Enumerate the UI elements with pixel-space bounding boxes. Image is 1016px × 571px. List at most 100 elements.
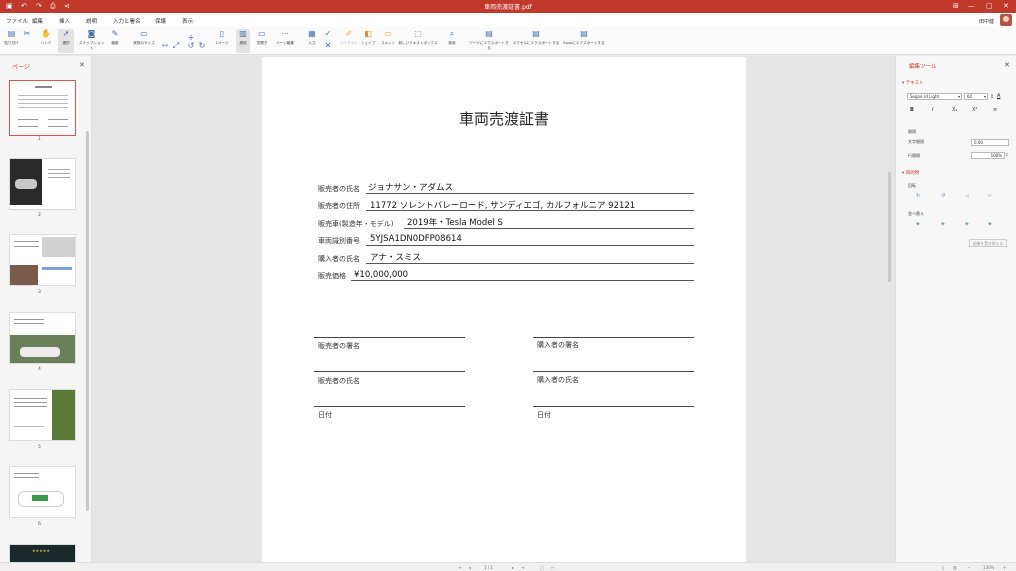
rotate-right-icon[interactable]: ↻ [916,193,920,199]
two-page-view-icon[interactable]: ▥ [953,565,957,570]
menu-edit[interactable]: 編集 [32,17,43,25]
rotate-left-button[interactable]: ↺ [186,41,195,53]
rotate-right-button[interactable]: ↻ [197,41,206,53]
document-title[interactable]: 車両売渡証書 [262,108,746,129]
page-thumbnail[interactable] [9,234,76,286]
line-spacing-input[interactable]: 100% [971,152,1005,159]
fill-button[interactable]: ▦ 入力 [305,29,319,46]
flip-horizontal-icon[interactable]: ⊳ [988,193,992,199]
zoom-level[interactable]: 130% [983,565,994,570]
buyer-signature-line[interactable] [533,337,694,338]
page-thumbnail[interactable] [9,158,76,210]
fit-page-button[interactable]: ⤢ [171,41,179,53]
text-color-icon[interactable]: A [997,93,1000,99]
comment-button[interactable]: ▭ コメント [380,29,396,46]
minimize-icon[interactable]: — [968,2,975,11]
actual-size-button[interactable]: ▭ 実際のサイズ [132,29,156,46]
prev-page-icon[interactable]: ◂ [469,565,471,570]
fit-page-icon[interactable]: ▢ [540,565,544,570]
two-page-button[interactable]: ▭ 見開き [254,29,270,46]
bring-forward-icon[interactable]: ◈ [941,221,945,227]
font-size-select[interactable]: 60 ▾ [964,93,988,100]
replace-image-button[interactable]: 画像を置き換える [969,239,1007,247]
zoom-in-icon[interactable]: + [1003,565,1006,570]
select-icon: ➚ [62,29,70,38]
line-spacing-stepper[interactable]: ⇕ [1005,152,1008,157]
close-window-icon[interactable]: ✕ [1003,2,1009,11]
buyer-signature-label: 購入者の署名 [537,341,579,349]
close-icon[interactable]: ✕ [1004,61,1010,69]
edit-button[interactable]: ✎ 編集 [108,29,122,46]
zoom-out-icon[interactable]: − [967,565,970,570]
paste-button[interactable]: ▤ 貼り付け [3,29,20,46]
menu-view[interactable]: 表示 [182,17,193,25]
cut-button[interactable]: ✂ [22,29,32,41]
send-backward-icon[interactable]: ◈ [965,221,969,227]
status-bar: ⇤ ◂ 1 / 1 ▸ ⇥ ▢ ⇿ ▯ ▥ − 130% + [0,562,1016,571]
search-button[interactable]: ⌕ 検索 [445,29,459,46]
avatar[interactable] [1000,14,1012,26]
date-line-left[interactable] [314,406,465,407]
menu-insert[interactable]: 挿入 [59,17,70,25]
single-page-button[interactable]: ▯ 1ページ [213,29,231,46]
date-line-right[interactable] [533,406,694,407]
bold-icon[interactable]: B [910,107,914,113]
seller-signature-line[interactable] [314,337,465,338]
shape-button[interactable]: ◧ シェイプ [360,29,376,46]
menu-fill-sign[interactable]: 入力と署名 [113,17,141,25]
page-thumbnail[interactable] [9,389,76,441]
document-scrollbar[interactable] [888,172,891,282]
snapshot-button[interactable]: ◙ スナップショット [78,29,105,51]
textbox-button[interactable]: ⬚ 新しいテキストボックス [398,29,438,46]
font-size-stepper[interactable]: ⇕ [990,94,994,100]
superscript-icon[interactable]: X² [972,107,977,113]
export-word-button[interactable]: ▤ ワードにエクスポートする [468,29,510,51]
check-button[interactable]: ✓ [323,29,333,41]
vin-field[interactable]: 5YJSA1DN0DFP08614 [370,234,462,244]
user-name[interactable]: 田中健 [979,18,994,25]
thumbnail-number: 5 [38,445,41,450]
hand-button[interactable]: ✋ ハンド [38,29,54,46]
page-edit-button[interactable]: ⋯ ページ編集 [273,29,297,46]
vehicle-model-field[interactable]: 2019年・Tesla Model S [407,216,503,228]
char-spacing-input[interactable]: 0.00 [971,139,1009,146]
bring-front-icon[interactable]: ◈ [916,221,920,227]
subscript-icon[interactable]: X₂ [952,107,957,113]
seller-name-field[interactable]: ジョナサン・アダムス [368,181,453,193]
font-family-select[interactable]: Segoe UI Light ▾ [907,93,962,100]
price-field[interactable]: ¥10,000,000 [354,270,408,280]
highlight-button[interactable]: ✐ ハイライト [339,29,359,46]
menu-file[interactable]: ファイル [6,17,28,25]
page-thumbnail[interactable] [9,312,76,364]
thumbnails-scrollbar[interactable] [86,131,89,511]
cross-button[interactable]: ✕ [323,41,333,53]
object-section-header[interactable]: ▾ 目的物 [902,170,919,176]
next-page-icon[interactable]: ▸ [512,565,514,570]
page-thumbnail[interactable] [9,466,76,518]
page-thumbnail[interactable] [9,80,76,136]
single-view-icon[interactable]: ▯ [942,565,944,570]
italic-icon[interactable]: I [932,107,933,113]
layout-icon[interactable]: ⊞ [953,2,959,11]
maximize-icon[interactable]: ▢ [986,2,993,11]
export-epub-button[interactable]: ▤ Epubにエクスポートする [562,29,606,46]
send-back-icon[interactable]: ◈ [988,221,992,227]
continuous-button[interactable]: ▥ 連続 [236,29,250,53]
select-button[interactable]: ➚ 選択 [58,29,74,53]
close-icon[interactable]: ✕ [79,61,85,69]
buyer-name-field[interactable]: アナ・スミス [370,251,421,263]
flip-vertical-icon[interactable]: ⊿ [965,193,969,199]
menu-comment[interactable]: 説明 [86,17,97,25]
last-page-icon[interactable]: ⇥ [521,565,524,570]
seller-name-line[interactable] [314,371,465,372]
fit-width-button[interactable]: ⇿ [160,41,169,53]
export-excel-button[interactable]: ▤ エクセルにエクスポートする [512,29,560,46]
rotate-left-icon[interactable]: ↺ [941,193,945,199]
page-indicator[interactable]: 1 / 1 [484,565,493,570]
fit-width-icon[interactable]: ⇿ [551,565,554,570]
first-page-icon[interactable]: ⇤ [459,565,462,570]
buyer-name-line[interactable] [533,371,694,372]
menu-protect[interactable]: 保護 [155,17,166,25]
align-icon[interactable]: ≡ [993,107,997,113]
text-section-header[interactable]: ▾ テキスト [902,80,924,86]
